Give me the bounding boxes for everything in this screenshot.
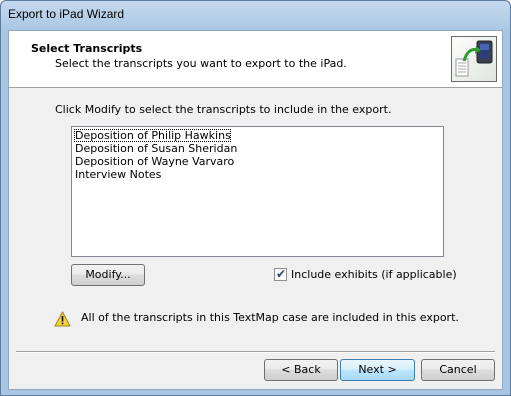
cancel-button[interactable]: Cancel bbox=[421, 359, 495, 381]
include-exhibits-checkbox[interactable]: ✔ bbox=[274, 267, 287, 281]
page-subtitle: Select the transcripts you want to expor… bbox=[55, 57, 347, 70]
notice-text: All of the transcripts in this TextMap c… bbox=[81, 311, 459, 324]
title-bar[interactable]: Export to iPad Wizard bbox=[1, 1, 510, 29]
list-item[interactable]: Deposition of Philip Hawkins bbox=[74, 129, 231, 142]
instruction-text: Click Modify to select the transcripts t… bbox=[55, 103, 392, 116]
back-button[interactable]: < Back bbox=[264, 359, 338, 381]
ipad-export-icon bbox=[451, 36, 497, 82]
button-divider bbox=[16, 351, 495, 353]
transcripts-list[interactable]: Deposition of Philip Hawkins Deposition … bbox=[71, 126, 444, 257]
page-title: Select Transcripts bbox=[31, 42, 143, 55]
window-title: Export to iPad Wizard bbox=[8, 7, 125, 21]
modify-button[interactable]: Modify... bbox=[71, 264, 145, 286]
wizard-window: Export to iPad Wizard Select Transcripts… bbox=[0, 0, 511, 396]
next-button[interactable]: Next > bbox=[340, 359, 415, 381]
list-item[interactable]: Interview Notes bbox=[74, 168, 441, 181]
warning-icon bbox=[54, 311, 71, 327]
list-item[interactable]: Deposition of Wayne Varvaro bbox=[74, 155, 441, 168]
checkmark-icon: ✔ bbox=[276, 267, 287, 281]
wizard-body: Select Transcripts Select the transcript… bbox=[8, 30, 503, 390]
wizard-header: Select Transcripts Select the transcript… bbox=[9, 31, 502, 88]
list-item[interactable]: Deposition of Susan Sheridan bbox=[74, 142, 441, 155]
include-exhibits-label[interactable]: Include exhibits (if applicable) bbox=[291, 268, 457, 281]
